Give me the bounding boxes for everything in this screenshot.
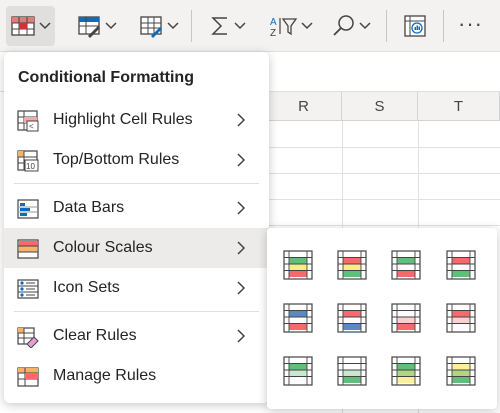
menu-item-colour-scales[interactable]: Colour Scales (4, 228, 269, 268)
chevron-down-icon (301, 22, 313, 30)
menu-item-label: Data Bars (53, 199, 125, 216)
chevron-right-icon (237, 153, 246, 167)
sort-filter-icon: A Z (270, 17, 298, 38)
ribbon-divider (443, 10, 444, 42)
menu-separator (14, 183, 259, 184)
chevron-down-icon (39, 22, 51, 30)
menu-item-data-bars[interactable]: Data Bars (4, 188, 269, 228)
menu-item-clear-rules[interactable]: Clear Rules (4, 316, 269, 356)
find-select-button[interactable] (328, 6, 375, 46)
menu-item-icon-sets[interactable]: Icon Sets (4, 268, 269, 308)
top-bottom-icon: 10 (17, 150, 39, 172)
column-header-label: R (298, 97, 309, 115)
colour-scale-white-red[interactable] (389, 301, 423, 335)
chevron-right-icon (237, 329, 246, 343)
ribbon-toolbar: A Z ··· (0, 0, 500, 52)
colour-scale-swatch-icon (391, 356, 421, 386)
ribbon-divider (386, 10, 387, 42)
conditional-formatting-menu: Conditional Formatting < Highlight Cell … (4, 52, 269, 403)
icon-sets-icon (17, 279, 39, 299)
colour-scale-yellow-green[interactable] (444, 354, 478, 388)
menu-item-label: Highlight Cell Rules (53, 111, 193, 128)
sigma-icon (211, 17, 227, 35)
grid-line (266, 147, 500, 148)
menu-item-label: Clear Rules (53, 327, 137, 344)
menu-item-label: Manage Rules (53, 367, 157, 384)
column-header-label: S (374, 97, 385, 115)
column-header-s[interactable]: S (342, 92, 418, 121)
grid-line (266, 199, 500, 200)
chevron-down-icon (359, 22, 371, 30)
colour-scale-green-white[interactable] (281, 354, 315, 388)
autosum-button[interactable] (205, 6, 250, 46)
menu-item-top-bottom-rules[interactable]: 10 Top/Bottom Rules (4, 140, 269, 180)
colour-scale-swatch-icon (283, 303, 313, 333)
menu-item-label: Icon Sets (53, 279, 120, 296)
colour-scale-swatch-icon (337, 356, 367, 386)
colour-scale-red-white-green[interactable] (444, 248, 478, 282)
colour-scale-red-white-blue[interactable] (335, 301, 369, 335)
svg-text:Z: Z (270, 28, 276, 38)
colour-scale-white-green[interactable] (335, 354, 369, 388)
sort-filter-button[interactable]: A Z (264, 6, 317, 46)
colour-scale-red-yellow-green[interactable] (335, 248, 369, 282)
analyze-data-icon (404, 15, 426, 37)
colour-scales-icon (17, 239, 39, 259)
grid-line (266, 225, 500, 226)
grid-line (266, 173, 500, 174)
format-table-icon (78, 16, 100, 38)
data-bars-icon (17, 199, 39, 219)
menu-item-highlight-cell-rules[interactable]: < Highlight Cell Rules (4, 100, 269, 140)
colour-scales-submenu (267, 228, 497, 409)
format-as-table-button[interactable] (72, 6, 121, 46)
conditional-formatting-button[interactable] (6, 6, 55, 46)
menu-item-label: Top/Bottom Rules (53, 151, 180, 168)
colour-scale-swatch-icon (446, 356, 476, 386)
more-options-button[interactable]: ··· (458, 13, 483, 35)
analyze-data-button[interactable] (398, 6, 432, 46)
conditional-formatting-icon (11, 16, 35, 36)
colour-scale-swatch-icon (283, 250, 313, 280)
chevron-right-icon (237, 281, 246, 295)
colour-scale-green-yellow[interactable] (389, 354, 423, 388)
cell-styles-button[interactable] (134, 6, 183, 46)
column-header-label: T (453, 97, 464, 115)
colour-scale-swatch-icon (446, 303, 476, 333)
search-icon (333, 15, 354, 36)
menu-separator (14, 311, 259, 312)
chevron-right-icon (237, 201, 246, 215)
colour-scale-red-white[interactable] (444, 301, 478, 335)
colour-scale-green-white-red[interactable] (389, 248, 423, 282)
chevron-right-icon (237, 241, 246, 255)
cell-styles-icon (140, 16, 162, 38)
colour-scale-swatch-icon (391, 303, 421, 333)
colour-scale-swatch-icon (337, 250, 367, 280)
chevron-down-icon (105, 22, 117, 30)
chevron-down-icon (234, 22, 246, 30)
svg-text:10: 10 (26, 162, 35, 171)
colour-scale-swatch-icon (446, 250, 476, 280)
svg-text:<: < (29, 122, 34, 131)
colour-scale-swatch-icon (337, 303, 367, 333)
svg-text:A: A (270, 17, 277, 28)
menu-item-label: Colour Scales (53, 239, 153, 256)
manage-rules-icon (17, 367, 39, 387)
highlight-cells-icon: < (17, 110, 39, 132)
colour-scale-green-yellow-red[interactable] (281, 248, 315, 282)
menu-title: Conditional Formatting (18, 69, 194, 86)
column-header-t[interactable]: T (418, 92, 500, 121)
menu-item-manage-rules[interactable]: Manage Rules (4, 356, 269, 396)
clear-rules-icon (17, 327, 39, 348)
colour-scale-swatch-icon (391, 250, 421, 280)
ribbon-divider (191, 10, 192, 42)
chevron-right-icon (237, 113, 246, 127)
chevron-down-icon (167, 22, 179, 30)
colour-scale-blue-white-red[interactable] (281, 301, 315, 335)
colour-scale-swatch-icon (283, 356, 313, 386)
column-header-r[interactable]: R (266, 92, 342, 121)
